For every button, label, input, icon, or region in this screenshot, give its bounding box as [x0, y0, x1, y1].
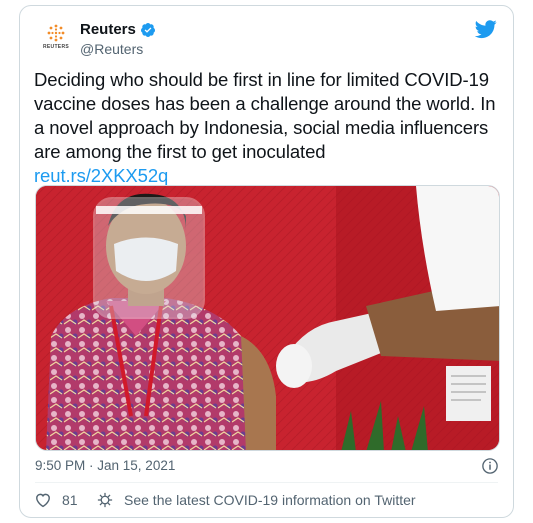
- avatar-logo-text: REUTERS: [43, 43, 69, 50]
- covid-info-link[interactable]: See the latest COVID-19 information on T…: [96, 491, 416, 509]
- divider: [35, 482, 498, 483]
- twitter-bird-icon[interactable]: [475, 18, 497, 40]
- tweet-body: Deciding who should be first in line for…: [34, 69, 496, 162]
- vaccination-photo-illustration: [36, 186, 499, 450]
- covid-info-text: See the latest COVID-19 information on T…: [124, 492, 416, 508]
- tweet-card[interactable]: REUTERS Reuters @Reuters Deciding who sh…: [19, 5, 514, 518]
- info-icon[interactable]: [481, 457, 499, 475]
- tweet-photo[interactable]: [35, 185, 500, 451]
- reuters-logo-icon: [47, 24, 65, 41]
- heart-icon: [36, 493, 50, 508]
- author-name[interactable]: Reuters: [80, 21, 136, 38]
- covid-info-icon: [97, 492, 113, 508]
- verified-badge-icon: [140, 22, 155, 37]
- tweet-timestamp[interactable]: 9:50 PM · Jan 15, 2021: [35, 458, 175, 473]
- like-count: 81: [62, 492, 78, 508]
- author-handle[interactable]: @Reuters: [80, 41, 156, 57]
- tweet-text: Deciding who should be first in line for…: [34, 68, 504, 188]
- avatar[interactable]: REUTERS: [38, 18, 74, 54]
- author-block[interactable]: Reuters @Reuters: [80, 21, 156, 57]
- like-button[interactable]: 81: [34, 491, 78, 509]
